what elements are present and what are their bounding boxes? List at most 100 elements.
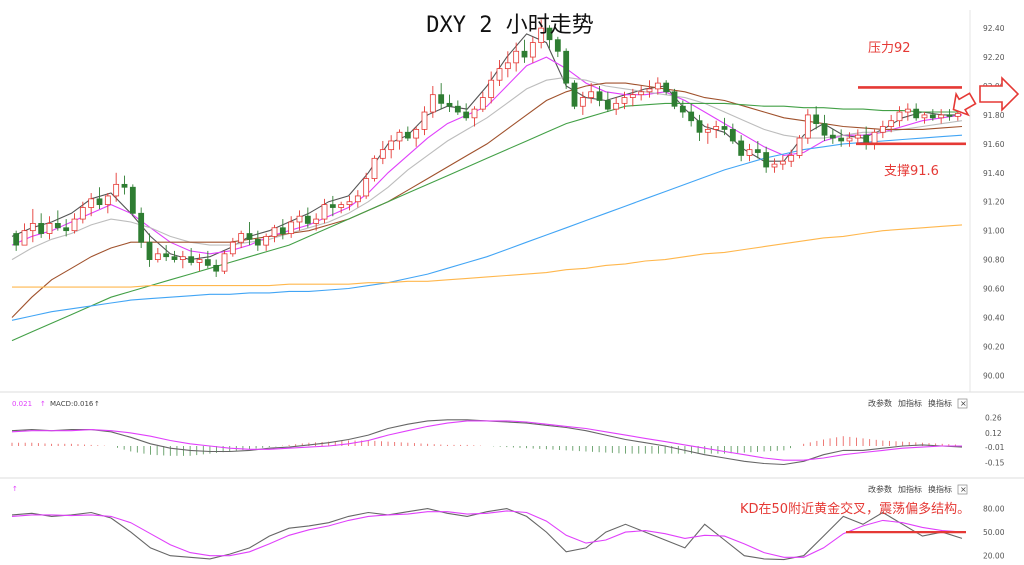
macd-value: MACD:0.016	[50, 400, 94, 408]
candle-body	[696, 120, 703, 133]
price-tick-label: 90.40	[983, 313, 1005, 322]
candle-body	[938, 114, 945, 119]
kd-close-icon[interactable]: ×	[960, 485, 967, 494]
candle-body	[396, 131, 403, 142]
candle-body	[238, 233, 245, 243]
candle-body	[738, 140, 745, 156]
price-tick-label: 91.00	[983, 227, 1005, 236]
candle-body	[404, 131, 411, 139]
candle-body	[371, 157, 378, 179]
candle-body	[138, 212, 145, 243]
candle-body	[754, 149, 761, 153]
candle-body	[379, 149, 386, 159]
candle-body	[104, 195, 111, 206]
candle-body	[504, 62, 511, 70]
price-tick-label: 91.20	[983, 198, 1005, 207]
support-label: 支撑91.6	[884, 164, 939, 179]
candle-body	[413, 128, 420, 139]
candle-body	[54, 223, 61, 229]
price-tick-label: 90.80	[983, 256, 1005, 265]
candle-body	[88, 198, 95, 208]
price-tick-label: 90.20	[983, 342, 1005, 351]
candle-body	[954, 113, 961, 117]
candle-body	[438, 94, 445, 104]
price-tick-label: 90.60	[983, 285, 1005, 294]
candle-body	[363, 178, 370, 197]
kd-tick-label: 50.00	[983, 528, 1005, 537]
candle-body	[521, 50, 528, 58]
candle-body	[96, 198, 103, 206]
candle-body	[338, 204, 345, 208]
candle-body	[13, 233, 20, 246]
candle-body	[21, 230, 28, 246]
kd-tick-label: 80.00	[983, 505, 1005, 514]
candle-body	[496, 68, 503, 81]
macd-close-icon[interactable]: ×	[960, 399, 967, 408]
candle-body	[863, 134, 870, 145]
candle-body	[629, 94, 636, 98]
candle-body	[179, 256, 186, 260]
candle-body	[29, 223, 36, 232]
kd-note: KD在50附近黄金交叉，震荡偏多结构。	[740, 501, 970, 517]
candle-body	[446, 102, 453, 107]
candle-body	[896, 111, 903, 122]
candle-body	[321, 204, 328, 220]
kd-add-button[interactable]: 加指标	[898, 484, 922, 494]
price-tick-label: 90.00	[983, 371, 1005, 380]
candle-body	[929, 114, 936, 119]
candle-body	[154, 253, 161, 260]
dxy-chart: 92.4092.2092.0091.8091.6091.4091.2091.00…	[0, 0, 1024, 565]
candle-body	[79, 207, 86, 220]
candle-body	[471, 108, 478, 119]
candle-body	[671, 91, 678, 107]
kd-swap-button[interactable]: 换指标	[928, 484, 952, 494]
macd-tick-label: 0.26	[985, 414, 1002, 423]
candle-body	[304, 215, 311, 224]
candle-body	[429, 94, 436, 113]
chart-title: DXY 2 小时走势	[426, 13, 593, 38]
macd-tick-label: -0.01	[985, 443, 1005, 452]
macd-add-button[interactable]: 加指标	[898, 398, 922, 408]
candle-body	[604, 100, 611, 110]
candle-body	[846, 137, 853, 142]
candle-body	[796, 137, 803, 156]
candle-body	[854, 134, 861, 139]
macd-params-button[interactable]: 改参数	[868, 398, 892, 408]
candle-body	[454, 105, 461, 113]
candle-body	[246, 233, 253, 240]
candle-body	[654, 82, 661, 90]
candle-body	[746, 149, 753, 156]
candle-body	[388, 140, 395, 151]
candle-body	[204, 259, 211, 266]
candle-body	[188, 256, 195, 263]
candle-body	[513, 50, 520, 64]
price-tick-label: 92.40	[983, 24, 1005, 33]
candle-body	[829, 134, 836, 139]
candle-body	[171, 256, 178, 260]
candle-body	[488, 79, 495, 98]
candle-body	[779, 160, 786, 165]
resistance-label: 压力92	[868, 41, 911, 56]
candle-body	[888, 120, 895, 127]
macd-dif-arrow: ↑	[40, 400, 46, 408]
candle-body	[146, 241, 153, 260]
candle-body	[529, 42, 536, 58]
candle-body	[646, 88, 653, 93]
candle-body	[579, 97, 586, 107]
candle-body	[38, 223, 45, 234]
candle-body	[421, 111, 428, 130]
candle-body	[313, 218, 320, 224]
candle-body	[613, 102, 620, 110]
candle-body	[946, 114, 953, 117]
candle-body	[704, 128, 711, 133]
price-tick-label: 91.80	[983, 111, 1005, 120]
candle-body	[771, 163, 778, 168]
macd-tick-label: 0.12	[985, 429, 1002, 438]
candle-body	[279, 227, 286, 234]
macd-swap-button[interactable]: 换指标	[928, 398, 952, 408]
candle-body	[729, 128, 736, 142]
kd-params-button[interactable]: 改参数	[868, 484, 892, 494]
candle-body	[129, 186, 136, 214]
candle-body	[588, 91, 595, 98]
candle-body	[596, 91, 603, 101]
